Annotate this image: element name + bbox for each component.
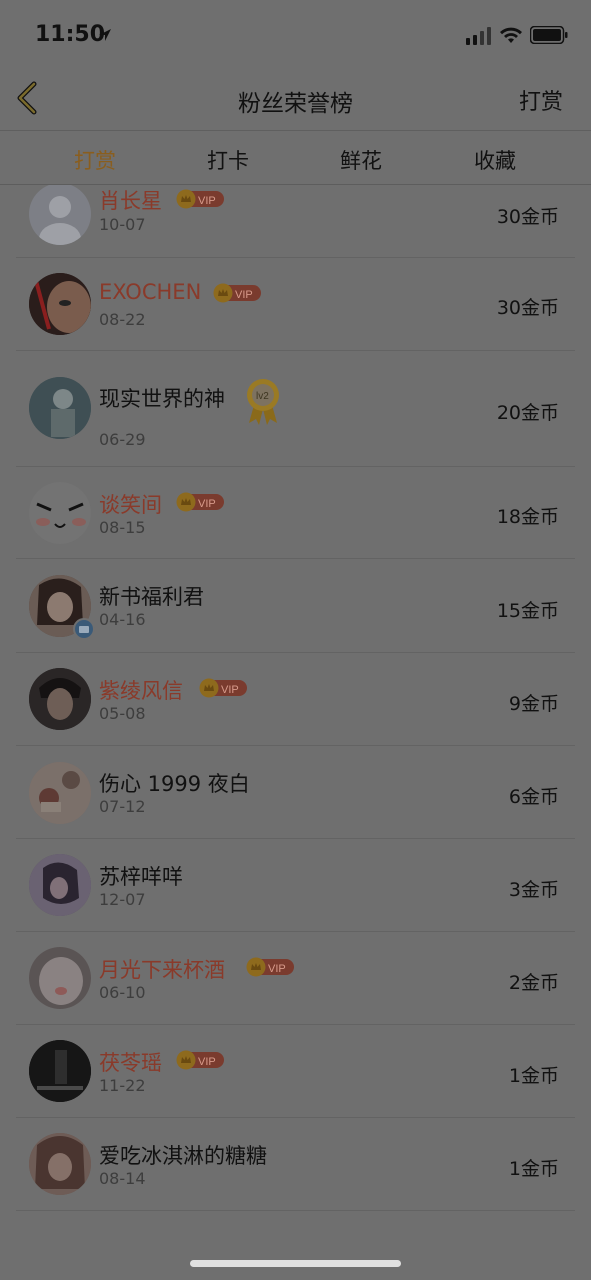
coin-amount: 6金币 (508, 786, 559, 808)
home-indicator[interactable] (190, 1260, 401, 1267)
vip-badge-icon: VIP (176, 189, 224, 209)
verified-badge-icon (73, 618, 95, 640)
coin-amount: 18金币 (496, 506, 559, 528)
tab-reward[interactable]: 打赏 (45, 145, 145, 175)
status-time: 11:50 (35, 22, 106, 47)
avatar (29, 273, 91, 335)
user-name: 伤心 1999 夜白 (99, 772, 250, 796)
fan-ranking-list: 肖长星 VIP 10-07 30金币 EXOCHEN VIP 08-22 30金… (0, 185, 591, 1225)
list-item[interactable]: 紫绫风信 VIP 05-08 9金币 (0, 653, 591, 746)
coin-amount: 30金币 (496, 297, 559, 319)
user-name: 紫绫风信 (99, 679, 183, 703)
reward-button[interactable]: 打赏 (519, 84, 563, 116)
list-item[interactable]: 肖长星 VIP 10-07 30金币 (0, 185, 591, 258)
svg-text:VIP: VIP (198, 1056, 216, 1068)
coin-amount: 3金币 (508, 879, 559, 901)
wifi-icon (500, 27, 522, 43)
avatar (29, 185, 91, 245)
nav-bar: 粉丝荣誉榜 打赏 (0, 70, 591, 130)
user-name: 苏梓咩咩 (99, 865, 183, 889)
tab-flowers[interactable]: 鲜花 (311, 145, 411, 175)
list-item[interactable]: 现实世界的神 lv2 06-29 20金币 (0, 351, 591, 467)
coin-amount: 20金币 (496, 402, 559, 424)
vip-badge-icon: VIP (246, 957, 294, 977)
list-item[interactable]: 伤心 1999 夜白 07-12 6金币 (0, 746, 591, 839)
avatar (29, 1133, 91, 1195)
coin-amount: 15金币 (496, 600, 559, 622)
user-date: 06-10 (99, 983, 146, 1002)
coin-amount: 2金币 (508, 972, 559, 994)
user-name: 爱吃冰淇淋的糖糖 (99, 1144, 267, 1168)
coin-amount: 9金币 (508, 693, 559, 715)
avatar (29, 762, 91, 824)
user-date: 08-15 (99, 518, 146, 537)
user-date: 11-22 (99, 1076, 146, 1095)
user-date: 07-12 (99, 797, 146, 816)
avatar (29, 668, 91, 730)
user-name: 茯苓瑶 (99, 1051, 162, 1075)
user-date: 06-29 (99, 430, 146, 449)
user-date: 10-07 (99, 215, 146, 234)
cellular-signal-icon (466, 27, 491, 45)
vip-badge-icon: VIP (176, 492, 224, 512)
page-title: 粉丝荣誉榜 (238, 91, 353, 117)
tab-checkin[interactable]: 打卡 (178, 145, 278, 175)
user-date: 04-16 (99, 610, 146, 629)
user-date: 12-07 (99, 890, 146, 909)
svg-text:VIP: VIP (221, 684, 239, 696)
list-item[interactable]: 谈笑间 VIP 08-15 18金币 (0, 467, 591, 559)
svg-text:VIP: VIP (268, 963, 286, 975)
user-date: 08-14 (99, 1169, 146, 1188)
svg-text:lv2: lv2 (256, 391, 269, 402)
user-name: 月光下来杯酒 (99, 958, 225, 982)
row-divider (16, 1210, 575, 1211)
avatar (29, 854, 91, 916)
list-item[interactable]: EXOCHEN VIP 08-22 30金币 (0, 258, 591, 351)
user-name: 谈笑间 (99, 493, 162, 517)
list-item[interactable]: 爱吃冰淇淋的糖糖 08-14 1金币 (0, 1118, 591, 1211)
user-name: EXOCHEN (99, 280, 202, 304)
list-item[interactable]: 茯苓瑶 VIP 11-22 1金币 (0, 1025, 591, 1118)
battery-icon (530, 26, 568, 44)
avatar (29, 1040, 91, 1102)
location-arrow-icon (99, 29, 111, 41)
tab-favorites[interactable]: 收藏 (445, 145, 545, 175)
coin-amount: 1金币 (508, 1158, 559, 1180)
avatar (29, 377, 91, 439)
list-item[interactable]: 月光下来杯酒 VIP 06-10 2金币 (0, 932, 591, 1025)
avatar (29, 947, 91, 1009)
list-item[interactable]: 苏梓咩咩 12-07 3金币 (0, 839, 591, 932)
svg-text:VIP: VIP (198, 498, 216, 510)
svg-text:VIP: VIP (198, 195, 216, 207)
tab-bar: 打赏 打卡 鲜花 收藏 (0, 131, 591, 185)
list-item[interactable]: 新书福利君 04-16 15金币 (0, 559, 591, 653)
coin-amount: 30金币 (496, 206, 559, 228)
user-name: 新书福利君 (99, 585, 204, 609)
vip-badge-icon: VIP (213, 283, 261, 303)
user-name: 肖长星 (99, 189, 162, 213)
coin-amount: 1金币 (508, 1065, 559, 1087)
user-date: 05-08 (99, 704, 146, 723)
svg-text:VIP: VIP (235, 289, 253, 301)
avatar (29, 482, 91, 544)
vip-badge-icon: VIP (176, 1050, 224, 1070)
user-date: 08-22 (99, 310, 146, 329)
user-name: 现实世界的神 (99, 387, 225, 411)
status-bar: 11:50 (0, 0, 591, 70)
vip-badge-icon: VIP (199, 678, 247, 698)
level-medal-icon: lv2 (247, 379, 279, 425)
